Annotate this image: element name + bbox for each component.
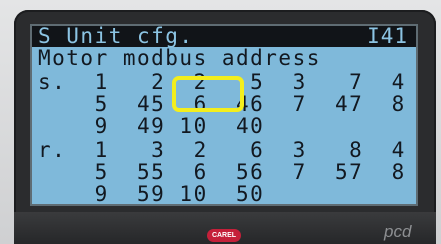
- lcd-screen: S Unit cfg. I41 Motor modbus address s. …: [30, 24, 418, 206]
- page-code: I41: [367, 24, 408, 48]
- supply-row-3: 9 49 10 40: [38, 114, 265, 138]
- screen-title: S Unit cfg.: [38, 24, 194, 48]
- highlight-box: [172, 76, 244, 112]
- return-row-2: 5 55 6 56 7 57 8 58: [94, 160, 406, 184]
- parameter-label: Motor modbus address: [38, 46, 321, 70]
- return-row-3: 9 59 10 50: [38, 182, 265, 206]
- title-bar: S Unit cfg. I41: [32, 26, 416, 47]
- pcd-logo: pcd: [384, 222, 412, 241]
- return-row-1: r. 1 3 2 6 3 8 4 10: [38, 138, 406, 162]
- carel-logo: CAREL: [207, 229, 241, 242]
- controller-panel: S Unit cfg. I41 Motor modbus address s. …: [0, 0, 441, 244]
